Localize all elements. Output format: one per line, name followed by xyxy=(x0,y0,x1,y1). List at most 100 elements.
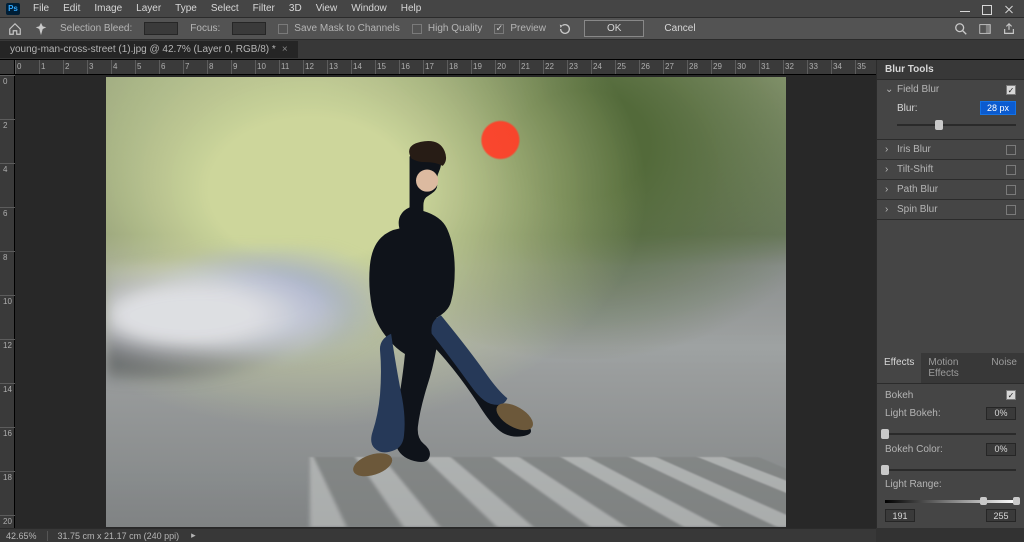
menu-layer[interactable]: Layer xyxy=(129,1,168,16)
blur-tools-header: Blur Tools xyxy=(877,60,1024,80)
menu-select[interactable]: Select xyxy=(204,1,246,16)
blur-iris-blur-toggle[interactable] xyxy=(1006,145,1016,155)
horizontal-ruler[interactable]: 0123456789101112131415161718192021222324… xyxy=(0,60,876,75)
document-tab-close-icon[interactable]: × xyxy=(282,44,288,55)
blur-amount-input[interactable]: 28 px xyxy=(980,101,1016,115)
menu-file[interactable]: File xyxy=(26,1,56,16)
chevron-right-icon xyxy=(885,144,893,155)
canvas-viewport[interactable] xyxy=(15,75,876,528)
tab-noise[interactable]: Noise xyxy=(984,353,1024,383)
reset-icon[interactable] xyxy=(558,22,572,36)
vertical-ruler[interactable]: 02468101214161820 xyxy=(0,75,15,528)
blur-iris-blur-row[interactable]: Iris Blur xyxy=(877,140,1024,159)
blur-amount-slider[interactable] xyxy=(897,119,1016,131)
blur-tilt-shift-row[interactable]: Tilt-Shift xyxy=(877,160,1024,179)
high-quality-label: High Quality xyxy=(428,23,482,34)
menu-window[interactable]: Window xyxy=(344,1,394,16)
options-bar: Selection Bleed: Focus: Save Mask to Cha… xyxy=(0,18,1024,40)
slider-thumb[interactable] xyxy=(935,120,943,130)
menu-image[interactable]: Image xyxy=(87,1,129,16)
range-thumb-high[interactable] xyxy=(1013,497,1020,505)
chevron-right-icon xyxy=(885,184,893,195)
blur-path-blur-label: Path Blur xyxy=(897,184,938,195)
blur-spin-blur-label: Spin Blur xyxy=(897,204,938,215)
menu-3d[interactable]: 3D xyxy=(282,1,309,16)
tab-motion-effects[interactable]: Motion Effects xyxy=(921,353,984,383)
blur-path-blur-toggle[interactable] xyxy=(1006,185,1016,195)
document-tab-strip: young-man-cross-street (1).jpg @ 42.7% (… xyxy=(0,40,1024,60)
bokeh-color-slider[interactable] xyxy=(885,464,1016,473)
close-icon[interactable] xyxy=(1004,4,1014,14)
blur-field-blur-controls: Blur: 28 px xyxy=(877,99,1024,139)
focus-field[interactable] xyxy=(232,22,266,35)
high-quality-option[interactable]: High Quality xyxy=(412,23,482,34)
save-mask-label: Save Mask to Channels xyxy=(294,23,400,34)
status-doc-size[interactable]: 31.75 cm x 21.17 cm (240 ppi) xyxy=(58,531,180,541)
light-range-slider[interactable] xyxy=(885,496,1016,504)
pin-icon[interactable] xyxy=(34,22,48,36)
chevron-right-icon[interactable]: ▸ xyxy=(191,530,196,541)
document-tab[interactable]: young-man-cross-street (1).jpg @ 42.7% (… xyxy=(0,41,298,58)
selection-bleed-field[interactable] xyxy=(144,22,178,35)
menu-filter[interactable]: Filter xyxy=(246,1,282,16)
document-tab-title: young-man-cross-street (1).jpg @ 42.7% (… xyxy=(10,44,276,55)
menu-bar: Ps File Edit Image Layer Type Select Fil… xyxy=(0,0,1024,18)
bokeh-color-input[interactable]: 0% xyxy=(986,443,1016,456)
status-bar: 42.65% 31.75 cm x 21.17 cm (240 ppi) ▸ xyxy=(0,528,876,542)
cancel-button[interactable]: Cancel xyxy=(656,21,703,36)
light-bokeh-input[interactable]: 0% xyxy=(986,407,1016,420)
save-mask-checkbox[interactable] xyxy=(278,24,288,34)
workspace-switcher-icon[interactable] xyxy=(978,22,992,36)
light-bokeh-label: Light Bokeh: xyxy=(885,408,941,419)
light-range-low-input[interactable]: 191 xyxy=(885,509,915,522)
status-zoom[interactable]: 42.65% xyxy=(6,531,37,541)
ruler-origin[interactable] xyxy=(0,60,15,75)
blur-spin-blur-row[interactable]: Spin Blur xyxy=(877,200,1024,219)
ok-button[interactable]: OK xyxy=(584,20,644,37)
blur-field-blur-row[interactable]: Field Blur xyxy=(877,80,1024,99)
blur-path-blur-row[interactable]: Path Blur xyxy=(877,180,1024,199)
preview-label: Preview xyxy=(510,23,546,34)
preview-option[interactable]: Preview xyxy=(494,23,546,34)
slider-thumb[interactable] xyxy=(881,429,889,439)
blur-field-blur-label: Field Blur xyxy=(897,84,939,95)
maximize-icon[interactable] xyxy=(982,4,992,14)
selection-bleed-label: Selection Bleed: xyxy=(60,23,132,34)
app-logo: Ps xyxy=(6,3,20,15)
search-icon[interactable] xyxy=(954,22,968,36)
home-icon[interactable] xyxy=(8,22,22,36)
menu-help[interactable]: Help xyxy=(394,1,429,16)
effects-body: Bokeh Light Bokeh: 0% Bokeh Color: 0% Li… xyxy=(877,384,1024,529)
share-icon[interactable] xyxy=(1002,22,1016,36)
menu-edit[interactable]: Edit xyxy=(56,1,87,16)
blur-tilt-shift-label: Tilt-Shift xyxy=(897,164,933,175)
workspace: 0123456789101112131415161718192021222324… xyxy=(0,60,1024,528)
minimize-icon[interactable] xyxy=(960,4,970,14)
bokeh-label: Bokeh xyxy=(885,390,913,401)
range-thumb-low[interactable] xyxy=(980,497,987,505)
chevron-down-icon xyxy=(885,84,893,95)
menu-type[interactable]: Type xyxy=(168,1,204,16)
focus-label: Focus: xyxy=(190,23,220,34)
preview-checkbox[interactable] xyxy=(494,24,504,34)
save-mask-option[interactable]: Save Mask to Channels xyxy=(278,23,400,34)
blur-iris-blur-label: Iris Blur xyxy=(897,144,931,155)
subject-person xyxy=(255,140,568,509)
tab-effects[interactable]: Effects xyxy=(877,353,921,383)
blur-spin-blur-toggle[interactable] xyxy=(1006,205,1016,215)
high-quality-checkbox[interactable] xyxy=(412,24,422,34)
slider-thumb[interactable] xyxy=(881,465,889,475)
document-image xyxy=(106,77,786,527)
bokeh-color-label: Bokeh Color: xyxy=(885,444,943,455)
window-controls xyxy=(960,4,1018,14)
light-bokeh-slider[interactable] xyxy=(885,428,1016,437)
divider xyxy=(47,531,48,541)
light-range-label: Light Range: xyxy=(885,479,942,490)
blur-field-blur-toggle[interactable] xyxy=(1006,85,1016,95)
blur-tilt-shift-toggle[interactable] xyxy=(1006,165,1016,175)
blur-field-blur: Field Blur Blur: 28 px xyxy=(877,80,1024,140)
menu-view[interactable]: View xyxy=(309,1,345,16)
effects-tabs: Effects Motion Effects Noise xyxy=(877,353,1024,384)
bokeh-toggle[interactable] xyxy=(1006,390,1016,400)
light-range-high-input[interactable]: 255 xyxy=(986,509,1016,522)
